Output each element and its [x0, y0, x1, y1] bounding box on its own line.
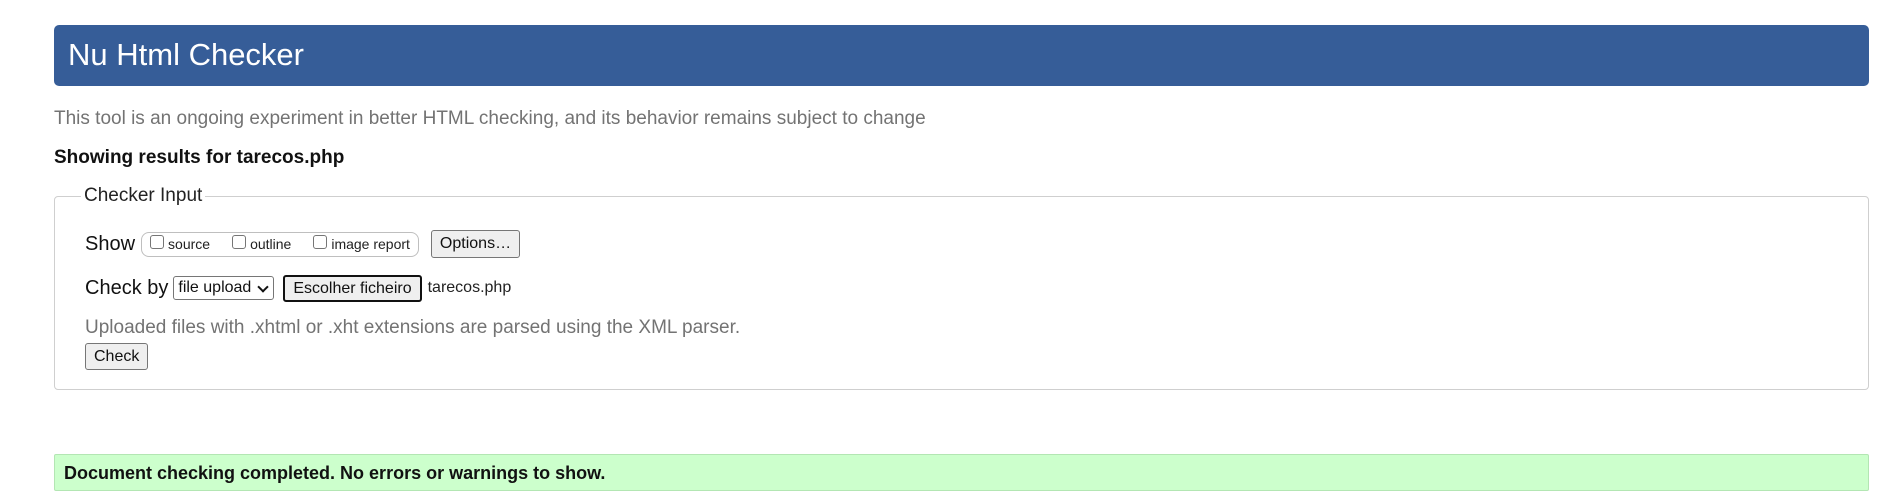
show-label: Show: [85, 232, 136, 255]
results-heading: Showing results for tarecos.php: [54, 147, 345, 168]
selected-file-name: tarecos.php: [427, 279, 512, 296]
show-options-group: source outline image report: [141, 231, 419, 257]
check-by-select[interactable]: file upload: [173, 276, 275, 300]
image-report-checkbox-label: image report: [331, 236, 410, 252]
show-outline-option[interactable]: outline: [232, 235, 292, 252]
chevron-down-icon: [257, 282, 269, 294]
tagline: This tool is an ongoing experiment in be…: [54, 108, 926, 129]
page: Nu Html Checker This tool is an ongoing …: [0, 0, 1878, 499]
check-by-row: Check by file upload Escolher ficheiro t…: [85, 273, 511, 303]
checker-input-fieldset: Checker Input Show source outline image …: [54, 185, 1869, 390]
page-title: Nu Html Checker: [68, 37, 304, 72]
image-report-checkbox[interactable]: [313, 235, 328, 249]
checker-input-legend: Checker Input: [81, 185, 206, 207]
choose-file-button[interactable]: Escolher ficheiro: [283, 274, 422, 302]
header-bar: Nu Html Checker: [54, 25, 1869, 86]
source-checkbox-label: source: [168, 236, 211, 252]
outline-checkbox[interactable]: [232, 235, 247, 249]
source-checkbox[interactable]: [150, 235, 165, 249]
show-image-report-option[interactable]: image report: [313, 235, 410, 252]
show-source-option[interactable]: source: [150, 235, 211, 252]
show-row: Show source outline image report Options…: [85, 229, 521, 259]
success-message-box: Document checking completed. No errors o…: [54, 454, 1869, 491]
xml-parser-note: Uploaded files with .xhtml or .xht exten…: [85, 317, 741, 338]
options-button[interactable]: Options…: [430, 230, 521, 258]
check-by-selected-value: file upload: [178, 279, 252, 296]
check-button[interactable]: Check: [85, 343, 149, 370]
success-message: Document checking completed. No errors o…: [64, 463, 606, 483]
outline-checkbox-label: outline: [250, 236, 292, 252]
check-by-label: Check by: [85, 276, 169, 299]
